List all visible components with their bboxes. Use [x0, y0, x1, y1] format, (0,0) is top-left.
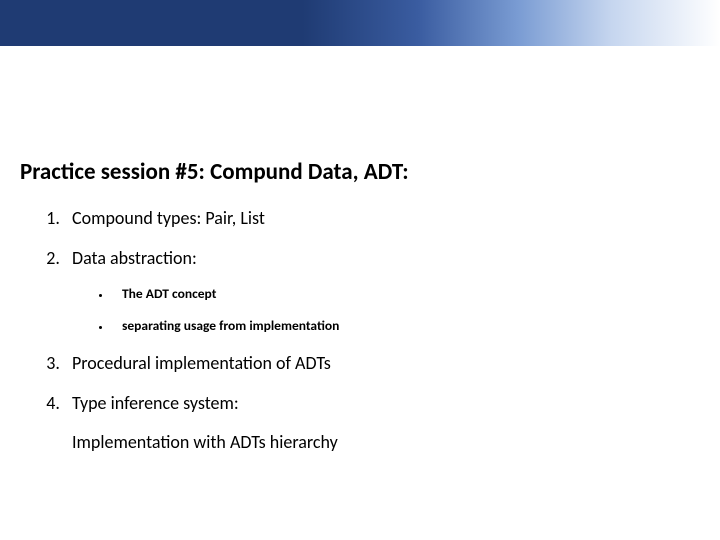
- list-item: Type inference system: Implementation wi…: [64, 391, 700, 454]
- list-item: Procedural implementation of ADTs: [64, 351, 700, 375]
- sub-item-text: separating usage from implementation: [122, 317, 339, 334]
- item-text: Type inference system:: [72, 392, 239, 414]
- slide-title: Practice session #5: Compund Data, ADT:: [20, 158, 700, 186]
- list-item: Compound types: Pair, List: [64, 206, 700, 230]
- header-band: [0, 0, 720, 46]
- sub-list: The ADT concept separating usage from im…: [72, 285, 700, 335]
- slide-content: Practice session #5: Compund Data, ADT: …: [20, 158, 700, 470]
- item-text: Data abstraction:: [72, 247, 197, 269]
- list-item: Data abstraction: The ADT concept separa…: [64, 246, 700, 335]
- outline-list: Compound types: Pair, List Data abstract…: [20, 206, 700, 454]
- item-tail: Implementation with ADTs hierarchy: [72, 430, 700, 454]
- sub-item-text: The ADT concept: [122, 285, 216, 302]
- item-text: Compound types: Pair, List: [72, 207, 265, 229]
- sub-item: separating usage from implementation: [112, 317, 700, 335]
- item-text: Procedural implementation of ADTs: [72, 352, 331, 374]
- sub-item: The ADT concept: [112, 285, 700, 303]
